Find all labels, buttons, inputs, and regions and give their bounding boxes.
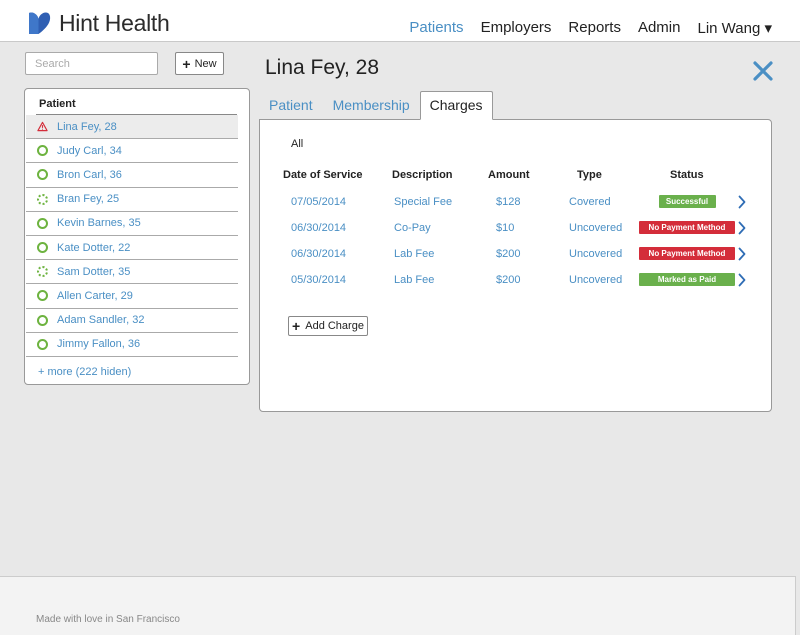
patient-name: Kate Dotter, 22 <box>57 241 131 254</box>
charge-description-cell[interactable]: Lab Fee <box>394 274 434 286</box>
filter-all[interactable]: All <box>291 138 303 150</box>
tab-membership[interactable]: Membership <box>323 92 420 119</box>
charge-description-cell[interactable]: Co-Pay <box>394 222 431 234</box>
status-badge: No Payment Method <box>639 247 735 260</box>
patient-list-header: Patient <box>36 89 237 115</box>
charge-date-cell[interactable]: 06/30/2014 <box>291 248 346 260</box>
patient-list-item[interactable]: Bron Carl, 36 <box>26 163 238 188</box>
page-footer: Made with love in San Francisco <box>0 576 796 635</box>
charge-amount-cell: $10 <box>496 222 515 234</box>
charge-type-cell: Covered <box>569 196 611 208</box>
chevron-right-icon[interactable] <box>737 273 747 287</box>
charge-amount-cell: $128 <box>496 196 521 208</box>
patient-list-item[interactable]: Jimmy Fallon, 36 <box>26 333 238 357</box>
patient-list-item[interactable]: Adam Sandler, 32 <box>26 309 238 333</box>
warning-icon <box>37 121 48 132</box>
user-menu[interactable]: Lin Wang ▾ <box>697 19 772 37</box>
active-status-icon <box>37 217 48 229</box>
page-title: Lina Fey, 28 <box>265 56 380 79</box>
chevron-right-icon[interactable] <box>737 247 747 261</box>
active-status-icon <box>37 290 48 302</box>
patient-list-item[interactable]: Kevin Barnes, 35 <box>26 212 238 236</box>
plus-icon: + <box>292 318 301 334</box>
charge-description-cell[interactable]: Lab Fee <box>394 248 434 260</box>
patient-list-item[interactable]: Lina Fey, 28 <box>26 115 238 140</box>
tab-patient[interactable]: Patient <box>259 92 323 119</box>
nav-admin[interactable]: Admin <box>638 19 681 37</box>
column-header-date: Date of Service <box>283 169 363 181</box>
patient-name: Sam Dotter, 35 <box>57 265 131 278</box>
patient-list-item[interactable]: Judy Carl, 34 <box>26 139 238 164</box>
charge-type-cell: Uncovered <box>569 274 623 286</box>
plus-icon: + <box>182 55 191 72</box>
column-header-type: Type <box>577 169 602 181</box>
patient-name: Lina Fey, 28 <box>57 120 117 133</box>
patient-list-item[interactable]: Bran Fey, 25 <box>26 188 238 212</box>
add-charge-label: Add Charge <box>305 320 364 332</box>
column-header-amount: Amount <box>488 169 530 181</box>
active-status-icon <box>37 145 48 157</box>
status-badge: No Payment Method <box>639 221 735 234</box>
tab-charges[interactable]: Charges <box>419 91 493 120</box>
active-status-icon <box>37 242 48 254</box>
new-button-label: New <box>194 57 217 70</box>
heart-logo-icon <box>29 12 51 34</box>
nav-employers[interactable]: Employers <box>481 19 552 37</box>
patient-list-item[interactable]: Allen Carter, 29 <box>26 284 238 309</box>
app-logo[interactable]: Hint Health <box>26 9 170 36</box>
pending-status-icon <box>37 193 48 205</box>
show-more-link[interactable]: + more (222 hiden) <box>25 357 249 378</box>
footer-text: Made with love in San Francisco <box>36 614 180 625</box>
charge-description-cell[interactable]: Special Fee <box>394 196 452 208</box>
charge-type-cell: Uncovered <box>569 248 623 260</box>
column-header-status: Status <box>670 169 704 181</box>
patient-name: Jimmy Fallon, 36 <box>57 338 141 351</box>
patient-name: Bran Fey, 25 <box>57 193 120 206</box>
chevron-right-icon[interactable] <box>737 221 747 235</box>
pending-status-icon <box>37 266 48 278</box>
nav-reports[interactable]: Reports <box>568 19 621 37</box>
patient-list-item[interactable]: Sam Dotter, 35 <box>26 260 238 285</box>
search-input[interactable] <box>25 52 158 75</box>
nav-patients[interactable]: Patients <box>409 19 463 37</box>
charge-amount-cell: $200 <box>496 248 521 260</box>
close-icon[interactable] <box>752 60 774 82</box>
main-nav: Patients Employers Reports Admin Lin Wan… <box>392 19 772 37</box>
patient-name: Judy Carl, 34 <box>57 144 122 157</box>
app-name: Hint Health <box>59 9 170 36</box>
status-badge: Marked as Paid <box>639 273 735 286</box>
charge-type-cell: Uncovered <box>569 222 623 234</box>
charge-date-cell[interactable]: 07/05/2014 <box>291 196 346 208</box>
column-header-description: Description <box>392 169 453 181</box>
charges-panel: All Date of Service Description Amount T… <box>259 119 772 412</box>
patient-name: Allen Carter, 29 <box>57 289 133 302</box>
charge-date-cell[interactable]: 06/30/2014 <box>291 222 346 234</box>
chevron-right-icon[interactable] <box>737 195 747 209</box>
new-patient-button[interactable]: + New <box>175 52 224 75</box>
patient-list-panel: Patient Lina Fey, 28 Judy Carl, 34 Bron Ca… <box>24 88 250 385</box>
patient-name: Adam Sandler, 32 <box>57 314 145 327</box>
patient-name: Kevin Barnes, 35 <box>57 217 141 230</box>
patient-list-item[interactable]: Kate Dotter, 22 <box>26 236 238 261</box>
charge-amount-cell: $200 <box>496 274 521 286</box>
patient-name: Bron Carl, 36 <box>57 168 122 181</box>
top-header: Hint Health Patients Employers Reports A… <box>0 0 800 42</box>
active-status-icon <box>37 338 48 350</box>
active-status-icon <box>37 169 48 181</box>
active-status-icon <box>37 314 48 326</box>
status-badge: Successful <box>658 195 716 208</box>
add-charge-button[interactable]: + Add Charge <box>288 316 368 336</box>
charge-date-cell[interactable]: 05/30/2014 <box>291 274 346 286</box>
record-tabs: Patient Membership Charges <box>259 91 493 120</box>
